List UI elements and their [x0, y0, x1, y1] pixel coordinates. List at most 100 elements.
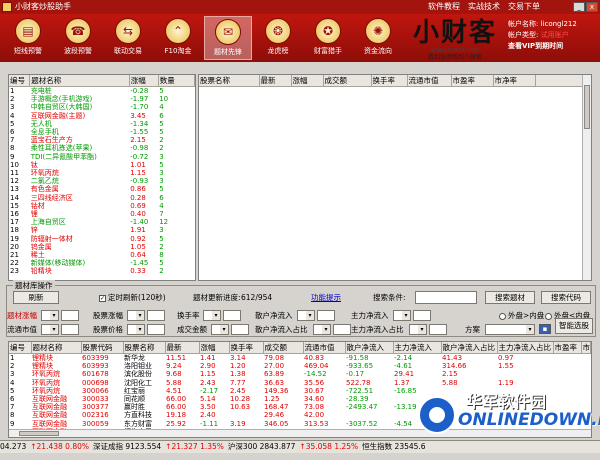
column-header[interactable]: 成交额 [323, 75, 372, 87]
filter-value-input[interactable] [333, 324, 351, 335]
table-row[interactable]: 15 钴材 0.69 4 [9, 202, 195, 210]
table-row[interactable]: 4 互联网金融(主题) 3.45 6 [9, 112, 195, 120]
table-row[interactable]: 12 二氯乙烷 -0.93 3 [9, 177, 195, 185]
outer-lt-inner-radio[interactable] [545, 312, 552, 320]
column-header[interactable]: 最新 [259, 75, 292, 87]
table-row[interactable]: 16 锂 0.40 7 [9, 210, 195, 218]
nav-button[interactable]: ✉ 题材先锋 [204, 16, 252, 60]
filter-value-input[interactable] [317, 310, 335, 321]
table-row[interactable]: 7 蓝宝石生产方 2.15 2 [9, 136, 195, 144]
filter-value-input[interactable] [429, 324, 447, 335]
title-menu-item[interactable]: 实战技术 [468, 0, 500, 14]
search-code-button[interactable]: 搜索代码 [541, 291, 591, 304]
column-header[interactable]: 题材名称 [29, 75, 130, 87]
nav-button[interactable]: ▤ 短线预警 [4, 16, 52, 60]
timer-checkbox[interactable]: ✓ [99, 294, 106, 302]
filter-operator-select[interactable] [127, 310, 145, 321]
table-row[interactable]: 9 TDI(二异氰酸甲苯酯) -0.72 3 [9, 153, 195, 161]
column-header[interactable]: 股票代码 [81, 342, 124, 354]
table-row[interactable]: 10 钛 1.01 5 [9, 161, 195, 169]
title-menu-item[interactable]: 交易下单 [508, 0, 540, 14]
table-row[interactable]: 8 柔性耳机拣选(苹果) -0.98 2 [9, 144, 195, 152]
column-header[interactable]: 主力净流入 [393, 342, 442, 354]
column-header[interactable]: 散户净流入占比 [441, 342, 498, 354]
nav-button[interactable]: ⌃ F10淘金 [154, 16, 202, 60]
column-header[interactable]: 涨幅 [199, 342, 230, 354]
table-row[interactable]: 23 铅精块 0.33 2 [9, 267, 195, 275]
search-topic-button[interactable]: 搜索题材 [485, 291, 535, 304]
title-menu-item[interactable]: 软件教程 [428, 0, 460, 14]
filter-value-input[interactable] [147, 324, 165, 335]
filter-value-input[interactable] [61, 324, 79, 335]
column-header[interactable]: 流通市值 [303, 342, 346, 354]
table-row[interactable]: 5 无人机 -1.34 5 [9, 120, 195, 128]
table-row[interactable]: 6 全息手机 -1.55 5 [9, 128, 195, 136]
nav-button[interactable]: ✪ 财富猎手 [304, 16, 352, 60]
search-input[interactable] [415, 291, 477, 304]
column-header[interactable]: 最新 [165, 342, 200, 354]
minimize-button[interactable]: _ [573, 2, 585, 12]
stock-list-scrollbar[interactable] [582, 75, 591, 280]
column-header[interactable]: 涨幅 [129, 75, 159, 87]
column-header[interactable]: 编号 [9, 75, 31, 87]
smart-pick-button[interactable]: 智能选股 [555, 318, 593, 334]
table-row[interactable]: 3 中韩自贸区(大韩国) -1.70 4 [9, 103, 195, 111]
column-header[interactable]: 换手率 [229, 342, 264, 354]
column-header[interactable]: 题材名称 [31, 342, 82, 354]
filter-operator-select[interactable] [313, 324, 331, 335]
nav-button[interactable]: ❂ 龙虎榜 [254, 16, 302, 60]
filter-operator-select[interactable] [41, 310, 59, 321]
filter-value-input[interactable] [223, 310, 241, 321]
column-header[interactable]: 股票名称 [199, 75, 260, 87]
column-header[interactable]: 流通市值 [407, 75, 452, 87]
filter-value-input[interactable] [61, 310, 79, 321]
filter-operator-select[interactable] [127, 324, 145, 335]
column-header[interactable]: 成交额 [263, 342, 304, 354]
column-header[interactable]: 市盈率 [553, 342, 582, 354]
filter-operator-select[interactable] [41, 324, 59, 335]
column-header[interactable]: 市净率 [493, 75, 536, 87]
table-row[interactable]: 2 锂精块 603993 洛阳钼业 9.24 2.90 1.20 27.00 469.04 -93… [9, 362, 591, 370]
filter-operator-select[interactable] [409, 324, 427, 335]
filter-value-input[interactable] [147, 310, 165, 321]
column-header[interactable]: 数量 [158, 75, 195, 87]
nav-button[interactable]: ✺ 资金流向 [354, 16, 402, 60]
table-row[interactable]: 14 三四线经济区 0.28 6 [9, 194, 195, 202]
filter-operator-select[interactable] [211, 324, 229, 335]
filter-operator-select[interactable] [393, 310, 411, 321]
filter-value-input[interactable] [231, 324, 249, 335]
table-row[interactable]: 13 有色金属 0.86 5 [9, 185, 195, 193]
close-button[interactable]: x [586, 2, 598, 12]
table-row[interactable]: 20 钨金属 1.05 2 [9, 243, 195, 251]
vip-expiry-link[interactable]: 查看VIP到期时间 [508, 41, 600, 52]
plan-select[interactable] [485, 324, 535, 335]
table-row[interactable]: 1 充电桩 -0.28 5 [9, 87, 195, 96]
timer-refresh[interactable]: ✓ 定时刷新(120秒) [99, 292, 166, 303]
table-row[interactable]: 17 上海自贸区 -1.40 12 [9, 218, 195, 226]
filter-operator-select[interactable] [203, 310, 221, 321]
column-header[interactable]: 换手率 [371, 75, 408, 87]
save-plan-icon[interactable]: ▪ [539, 324, 551, 334]
table-row[interactable]: 2 手游概念(手机游戏) -1.97 10 [9, 95, 195, 103]
column-header[interactable]: 股票名称 [123, 342, 166, 354]
filter-value-input[interactable] [413, 310, 431, 321]
column-header[interactable]: 编号 [9, 342, 32, 354]
help-link[interactable]: 功能提示 [311, 292, 341, 303]
nav-button[interactable]: ⇆ 联动交易 [104, 16, 152, 60]
column-header[interactable]: 涨幅 [291, 75, 324, 87]
refresh-button[interactable]: 刷新 [13, 291, 59, 304]
outer-gt-inner-radio[interactable] [499, 312, 506, 320]
table-row[interactable]: 22 新媒体(移动媒体) -1.45 5 [9, 259, 195, 267]
column-header[interactable]: 市盈率 [451, 75, 494, 87]
table-row[interactable]: 21 稀土 0.64 8 [9, 251, 195, 259]
table-row[interactable]: 11 环氧丙烷 1.15 3 [9, 169, 195, 177]
filter-operator-select[interactable] [297, 310, 315, 321]
outer-gt-inner[interactable]: 外盘>内盘 [499, 310, 544, 321]
table-row[interactable]: 3 环氧丙烷 601678 滨化股份 9.68 1.15 1.38 63.89 -14.52 -0… [9, 370, 591, 378]
nav-button[interactable]: ☎ 波段预警 [54, 16, 102, 60]
column-header[interactable]: 市净率 [581, 342, 591, 354]
table-row[interactable]: 4 环氧丙烷 000698 沈阳化工 5.88 2.43 7.77 36.63 35.56 522… [9, 379, 591, 387]
table-row[interactable]: 19 防辐射一体材 0.92 5 [9, 235, 195, 243]
table-row[interactable]: 1 锂精块 603399 新华龙 11.51 1.41 3.14 79.08 40.83 -91.… [9, 354, 591, 363]
table-row[interactable]: 18 锌 1.91 3 [9, 226, 195, 234]
